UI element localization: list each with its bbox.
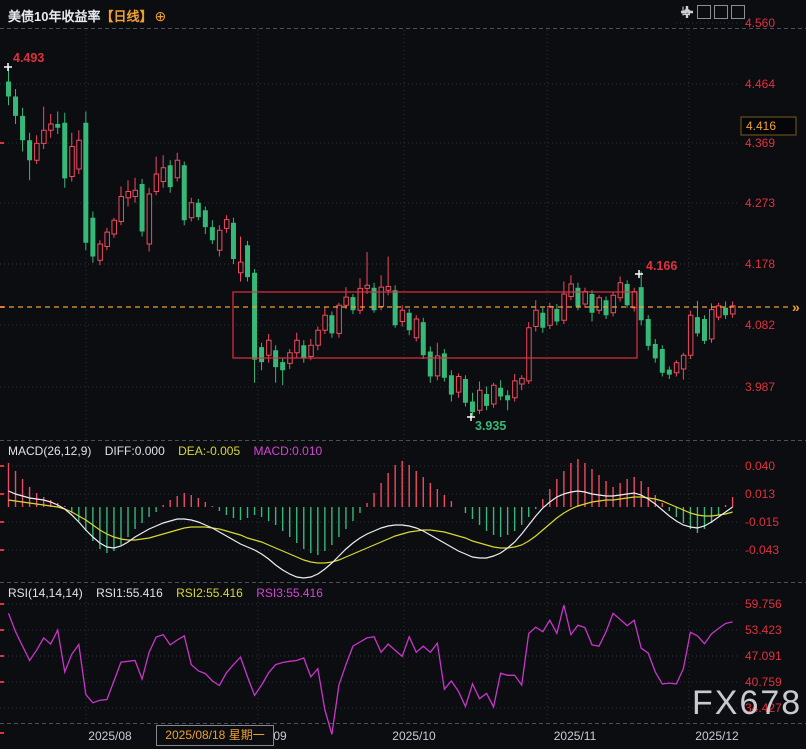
svg-text:4.464: 4.464 bbox=[745, 77, 775, 91]
macd-header: MACD(26,12,9) DIFF:0.000 DEA:-0.005 MACD… bbox=[8, 444, 332, 458]
svg-text:0.040: 0.040 bbox=[745, 459, 775, 473]
date-label: 2025/08 bbox=[88, 729, 131, 743]
macd-macd-value: MACD:0.010 bbox=[253, 444, 322, 458]
svg-text:4.166: 4.166 bbox=[646, 259, 677, 273]
jump-latest-icon[interactable] bbox=[731, 5, 745, 19]
axis-zoom-icon[interactable] bbox=[697, 5, 711, 19]
rsi-header: RSI(14,14,14) RSI1:55.416 RSI2:55.416 RS… bbox=[8, 586, 333, 600]
watermark: FX678 bbox=[692, 684, 802, 723]
svg-text:4.273: 4.273 bbox=[745, 196, 775, 210]
date-label: 2025/10 bbox=[392, 729, 435, 743]
svg-text:4.178: 4.178 bbox=[745, 257, 775, 271]
svg-text:3.987: 3.987 bbox=[745, 380, 775, 394]
rsi-params-label: RSI(14,14,14) bbox=[8, 586, 83, 600]
svg-text:47.091: 47.091 bbox=[745, 649, 782, 663]
svg-text:4.369: 4.369 bbox=[745, 136, 775, 150]
add-indicator-icon[interactable]: ⊕ bbox=[154, 8, 166, 24]
svg-text:59.756: 59.756 bbox=[745, 597, 782, 611]
svg-text:4.416: 4.416 bbox=[746, 119, 776, 133]
svg-text:3.935: 3.935 bbox=[475, 419, 506, 433]
chart-toolbar bbox=[680, 5, 745, 19]
macd-diff-value: DIFF:0.000 bbox=[105, 444, 165, 458]
chart-window: 4.560 4.464 4.369 4.273 4.178 4.082 3.987 0.040… bbox=[0, 0, 806, 749]
chart-canvas[interactable]: 4.560 4.464 4.369 4.273 4.178 4.082 3.987 0.040… bbox=[0, 0, 806, 749]
crosshair-date-box: 2025/08/18 星期一 bbox=[156, 725, 274, 746]
rsi1-value: RSI1:55.416 bbox=[96, 586, 163, 600]
svg-text:-0.043: -0.043 bbox=[745, 543, 779, 557]
period-label: 【日线】 bbox=[100, 9, 152, 24]
date-label: 2025/11 bbox=[554, 729, 597, 743]
svg-text:4.493: 4.493 bbox=[13, 51, 44, 65]
date-axis: 2025/082025/092025/102025/112025/12 2025… bbox=[0, 724, 806, 749]
play-forward-icon[interactable] bbox=[714, 5, 728, 19]
macd-dea-value: DEA:-0.005 bbox=[178, 444, 240, 458]
rsi2-value: RSI2:55.416 bbox=[176, 586, 243, 600]
svg-text:4.560: 4.560 bbox=[745, 16, 775, 30]
svg-text:4.082: 4.082 bbox=[745, 318, 775, 332]
date-label: 2025/12 bbox=[695, 729, 738, 743]
svg-text:53.423: 53.423 bbox=[745, 623, 782, 637]
svg-text:0.013: 0.013 bbox=[745, 487, 775, 501]
rsi3-value: RSI3:55.416 bbox=[256, 586, 323, 600]
macd-params-label: MACD(26,12,9) bbox=[8, 444, 91, 458]
page-title: 美债10年收益率 bbox=[8, 9, 100, 24]
svg-text:-0.015: -0.015 bbox=[745, 515, 779, 529]
svg-text:»: » bbox=[792, 299, 800, 315]
chart-header: 美债10年收益率【日线】⊕ bbox=[8, 6, 166, 25]
